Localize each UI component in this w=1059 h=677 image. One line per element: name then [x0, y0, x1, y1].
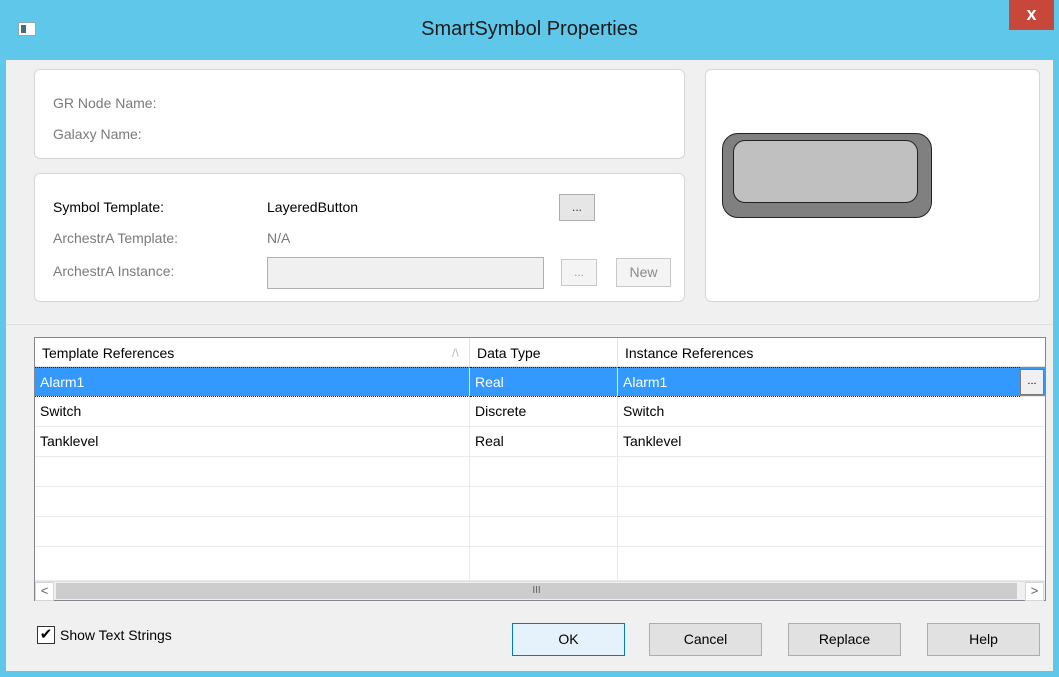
empty-cell [35, 517, 470, 547]
archestra-template-value: N/A [267, 230, 291, 246]
galaxy-info-panel: GR Node Name: Galaxy Name: [34, 69, 685, 159]
horizontal-scrollbar[interactable]: < III > [35, 581, 1045, 601]
empty-cell [35, 547, 470, 581]
layered-button-face [733, 140, 918, 203]
references-grid: Template References /\ Data Type Instanc… [34, 337, 1046, 601]
cell-instance-ref[interactable]: Tanklevel [618, 427, 1045, 457]
layered-button-preview [722, 133, 932, 218]
empty-row [35, 547, 1045, 581]
symbol-template-browse-button[interactable]: ... [559, 194, 595, 221]
ok-button[interactable]: OK [512, 623, 625, 656]
help-button[interactable]: Help [927, 623, 1040, 656]
column-header-data-type[interactable]: Data Type [470, 338, 618, 367]
gr-node-name-label: GR Node Name: [53, 95, 157, 111]
window-title: SmartSymbol Properties [421, 18, 638, 40]
column-header-instance-references[interactable]: Instance References [618, 338, 1045, 367]
empty-cell [470, 517, 618, 547]
table-row-tanklevel[interactable]: Tanklevel Real Tanklevel [35, 427, 1045, 457]
replace-button[interactable]: Replace [788, 623, 901, 656]
sort-ascending-icon: /\ [452, 346, 459, 360]
symbol-template-value: LayeredButton [267, 199, 359, 215]
section-divider [6, 324, 1053, 325]
scroll-thumb[interactable]: III [56, 583, 1017, 599]
empty-row [35, 457, 1045, 487]
scroll-right-icon[interactable]: > [1025, 582, 1044, 601]
empty-cell [470, 487, 618, 517]
title-bar[interactable]: SmartSymbol Properties x [0, 0, 1059, 60]
cell-data-type: Real [470, 367, 618, 397]
symbol-preview-panel [705, 69, 1040, 302]
cell-instance-ref[interactable]: Alarm1 [618, 367, 1020, 397]
galaxy-name-label: Galaxy Name: [53, 126, 142, 142]
table-row-switch[interactable]: Switch Discrete Switch [35, 397, 1045, 427]
show-text-strings-checkbox[interactable]: ✔ [37, 626, 55, 644]
empty-row [35, 517, 1045, 547]
empty-cell [35, 487, 470, 517]
cell-instance-ref[interactable]: Switch [618, 397, 1045, 427]
cell-template-ref: Switch [35, 397, 470, 427]
cancel-button[interactable]: Cancel [649, 623, 762, 656]
empty-cell [35, 457, 470, 487]
empty-row [35, 487, 1045, 517]
instance-browse-button[interactable]: ... [561, 259, 597, 286]
grid-header: Template References /\ Data Type Instanc… [35, 338, 1045, 367]
cell-data-type: Real [470, 427, 618, 457]
table-row-alarm1[interactable]: Alarm1 Real Alarm1 ... [35, 367, 1045, 397]
template-panel: Symbol Template: LayeredButton ... Arche… [34, 173, 685, 302]
cell-template-ref: Alarm1 [35, 367, 470, 397]
show-text-strings-label[interactable]: Show Text Strings [60, 627, 172, 643]
column-header-template-references[interactable]: Template References [35, 338, 470, 367]
close-button[interactable]: x [1009, 0, 1054, 30]
archestra-template-label: ArchestrA Template: [53, 230, 179, 246]
dialog-window: SmartSymbol Properties x GR Node Name: G… [0, 0, 1059, 677]
dialog-client-area: GR Node Name: Galaxy Name: Symbol Templa… [6, 60, 1053, 671]
cell-template-ref: Tanklevel [35, 427, 470, 457]
archestra-instance-label: ArchestrA Instance: [53, 263, 175, 279]
new-instance-button[interactable]: New [616, 258, 671, 287]
archestra-instance-input[interactable] [267, 257, 544, 289]
scroll-left-icon[interactable]: < [35, 582, 54, 601]
instance-ref-browse-button[interactable]: ... [1020, 369, 1044, 395]
cell-data-type: Discrete [470, 397, 618, 427]
empty-cell [470, 457, 618, 487]
symbol-template-label: Symbol Template: [53, 199, 165, 215]
empty-cell [470, 547, 618, 581]
